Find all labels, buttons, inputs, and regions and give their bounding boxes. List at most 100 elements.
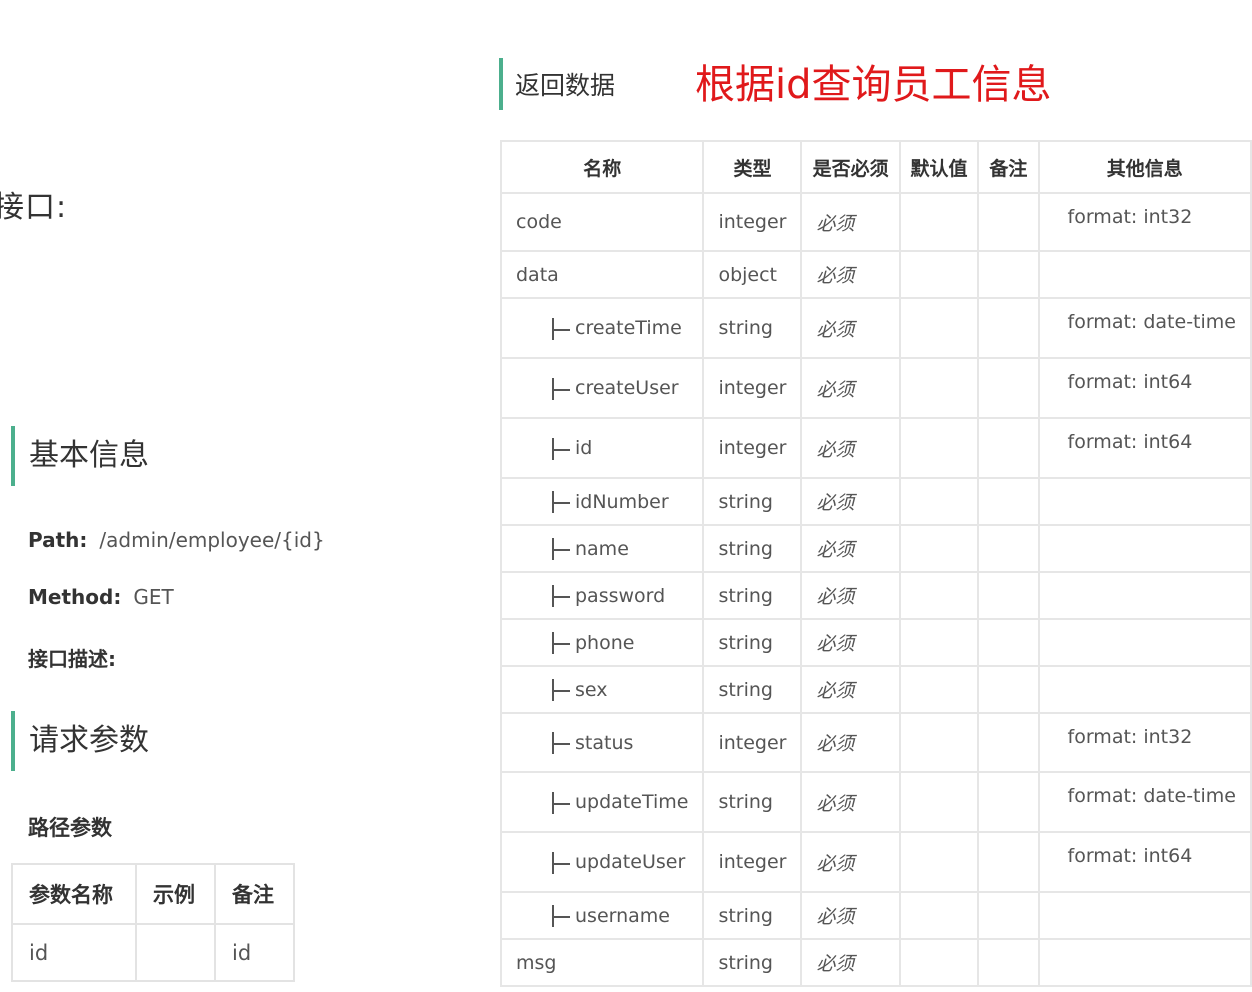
annotation-title: 根据id查询员工信息 bbox=[695, 62, 1052, 108]
interface-heading: 接口: bbox=[0, 190, 68, 225]
tree-branch-icon bbox=[550, 632, 572, 654]
field-required-cell: 必须 bbox=[800, 712, 901, 773]
field-name: createTime bbox=[575, 317, 682, 339]
field-required-cell: 必须 bbox=[800, 938, 901, 987]
request-params-title: 请求参数 bbox=[11, 711, 149, 771]
field-required-cell: 必须 bbox=[800, 618, 901, 667]
field-type-cell: string bbox=[702, 524, 803, 573]
field-note-cell bbox=[977, 417, 1040, 479]
field-required-cell: 必须 bbox=[800, 524, 901, 573]
field-other-cell: format: int32 bbox=[1037, 712, 1252, 773]
field-note-cell bbox=[977, 771, 1040, 833]
field-required-cell: 必须 bbox=[800, 477, 901, 526]
field-other-cell: format: int64 bbox=[1037, 831, 1252, 893]
header-type: 类型 bbox=[702, 140, 803, 194]
field-type-cell: string bbox=[702, 938, 803, 987]
table-row: updateUser integer 必须 format: int64 bbox=[499, 831, 1252, 893]
field-name-cell: id bbox=[499, 417, 705, 479]
field-name: phone bbox=[575, 631, 635, 654]
table-row: sex string 必须 bbox=[499, 665, 1252, 714]
params-header-row: 参数名称 示例 备注 bbox=[11, 863, 295, 925]
path-value: /admin/employee/{id} bbox=[99, 528, 325, 552]
field-name: msg bbox=[516, 951, 557, 974]
table-row: id integer 必须 format: int64 bbox=[499, 417, 1252, 479]
field-other-cell: format: int64 bbox=[1037, 417, 1252, 479]
header-required: 是否必须 bbox=[800, 140, 901, 194]
return-data-table: 名称 类型 是否必须 默认值 备注 其他信息 code integer 必须 form… bbox=[499, 140, 1252, 987]
table-row: username string 必须 bbox=[499, 891, 1252, 940]
table-row: idNumber string 必须 bbox=[499, 477, 1252, 526]
field-default-cell bbox=[898, 250, 980, 299]
field-name-cell: idNumber bbox=[499, 477, 705, 526]
field-type-cell: integer bbox=[702, 192, 803, 252]
field-required-cell: 必须 bbox=[800, 192, 901, 252]
field-note-cell bbox=[977, 618, 1040, 667]
field-type-cell: integer bbox=[702, 831, 803, 893]
field-name-cell: updateTime bbox=[499, 771, 705, 833]
field-other-cell bbox=[1037, 891, 1252, 940]
param-example-cell bbox=[135, 923, 216, 982]
field-required-cell: 必须 bbox=[800, 665, 901, 714]
field-name: id bbox=[575, 437, 593, 459]
field-other-cell bbox=[1037, 524, 1252, 573]
tree-branch-icon bbox=[550, 317, 572, 340]
field-type-cell: string bbox=[702, 771, 803, 833]
field-required-cell: 必须 bbox=[800, 297, 901, 359]
param-name-cell: id bbox=[11, 923, 137, 982]
method-value: GET bbox=[133, 585, 174, 609]
field-type-cell: string bbox=[702, 477, 803, 526]
field-name-cell: status bbox=[499, 712, 705, 773]
table-row: id id bbox=[11, 923, 295, 982]
field-note-cell bbox=[977, 665, 1040, 714]
field-name: status bbox=[575, 731, 634, 754]
path-label: Path: bbox=[28, 528, 88, 552]
tree-branch-icon bbox=[550, 679, 572, 701]
tree-branch-icon bbox=[550, 585, 572, 607]
field-required-cell: 必须 bbox=[800, 831, 901, 893]
field-name: username bbox=[575, 904, 670, 927]
field-note-cell bbox=[977, 938, 1040, 987]
field-name-cell: name bbox=[499, 524, 705, 573]
tree-branch-icon bbox=[550, 905, 572, 927]
field-name-cell: sex bbox=[499, 665, 705, 714]
table-row: password string 必须 bbox=[499, 571, 1252, 620]
field-other-cell: format: int64 bbox=[1037, 357, 1252, 419]
params-header-example: 示例 bbox=[135, 863, 216, 925]
field-required-cell: 必须 bbox=[800, 250, 901, 299]
field-name-cell: code bbox=[499, 192, 705, 252]
field-type-cell: string bbox=[702, 297, 803, 359]
field-name: createUser bbox=[575, 377, 679, 399]
table-row: phone string 必须 bbox=[499, 618, 1252, 667]
return-data-title: 返回数据 bbox=[499, 58, 615, 110]
field-default-cell bbox=[898, 891, 980, 940]
field-type-cell: object bbox=[702, 250, 803, 299]
field-name: password bbox=[575, 584, 666, 607]
tree-branch-icon bbox=[550, 791, 572, 814]
return-header-row: 名称 类型 是否必须 默认值 备注 其他信息 bbox=[499, 140, 1252, 194]
field-required-cell: 必须 bbox=[800, 417, 901, 479]
tree-branch-icon bbox=[550, 732, 572, 754]
field-name-cell: msg bbox=[499, 938, 705, 987]
field-name-cell: phone bbox=[499, 618, 705, 667]
field-default-cell bbox=[898, 192, 980, 252]
field-required-cell: 必须 bbox=[800, 571, 901, 620]
header-note: 备注 bbox=[977, 140, 1040, 194]
table-row: msg string 必须 bbox=[499, 938, 1252, 987]
table-row: data object 必须 bbox=[499, 250, 1252, 299]
tree-branch-icon bbox=[550, 491, 572, 513]
field-default-cell bbox=[898, 831, 980, 893]
field-type-cell: string bbox=[702, 665, 803, 714]
field-default-cell bbox=[898, 417, 980, 479]
field-name: updateTime bbox=[575, 791, 689, 813]
header-other: 其他信息 bbox=[1037, 140, 1252, 194]
method-row: Method: GET bbox=[28, 585, 174, 609]
field-default-cell bbox=[898, 771, 980, 833]
field-note-cell bbox=[977, 477, 1040, 526]
path-row: Path: /admin/employee/{id} bbox=[28, 528, 325, 552]
field-note-cell bbox=[977, 192, 1040, 252]
tree-branch-icon bbox=[550, 437, 572, 460]
tree-branch-icon bbox=[550, 377, 572, 400]
field-other-cell bbox=[1037, 477, 1252, 526]
table-row: name string 必须 bbox=[499, 524, 1252, 573]
params-header-name: 参数名称 bbox=[11, 863, 137, 925]
